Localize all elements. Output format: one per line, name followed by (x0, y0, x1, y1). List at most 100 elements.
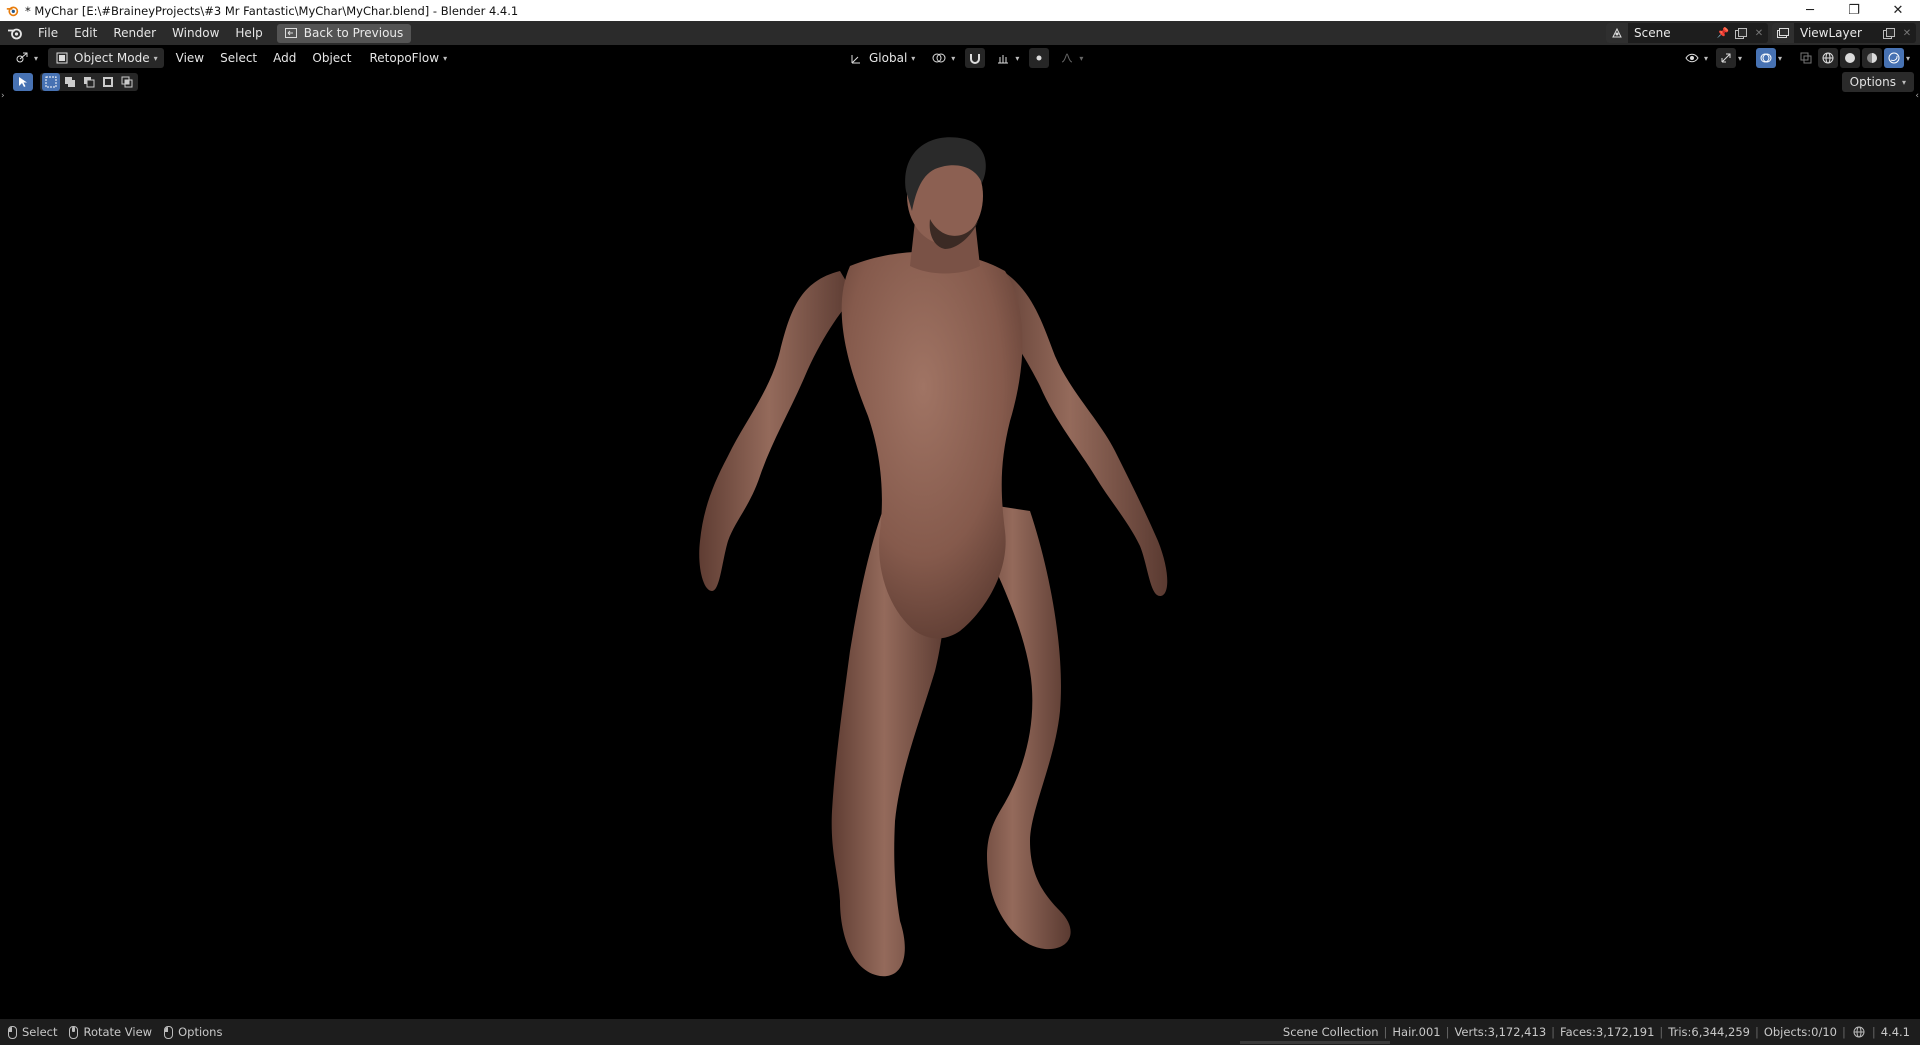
selection-mode-group (40, 73, 138, 91)
chevron-down-icon[interactable]: ▾ (1738, 54, 1748, 63)
fullscreen-exit-icon (283, 25, 299, 41)
view-layer-selector[interactable]: ViewLayer ✕ (1772, 23, 1916, 43)
chevron-down-icon[interactable]: ▾ (1778, 54, 1788, 63)
chevron-down-icon: ▾ (443, 53, 448, 63)
blender-version: 4.4.1 (1880, 1025, 1910, 1039)
chevron-down-icon: ▾ (153, 53, 158, 63)
shading-material-button[interactable] (1862, 48, 1882, 68)
restore-button[interactable]: ❐ (1832, 0, 1876, 21)
menu-help[interactable]: Help (227, 23, 270, 43)
tool-settings-row: Options ▾ (0, 72, 1920, 92)
stat-active-object: Hair.001 (1392, 1025, 1441, 1039)
scene-statistics: Scene Collection | Hair.001 | Verts:3,172,… (1282, 1025, 1910, 1039)
view-layer-name[interactable]: ViewLayer (1794, 26, 1880, 40)
gizmo-toggle-button[interactable] (1716, 48, 1736, 68)
shading-wireframe-button[interactable] (1818, 48, 1838, 68)
mouse-middle-icon (69, 1025, 79, 1039)
delete-view-layer-icon[interactable]: ✕ (1898, 23, 1916, 43)
menu-object[interactable]: Object (304, 48, 359, 68)
back-to-previous-button[interactable]: Back to Previous (276, 23, 412, 43)
stat-verts: Verts:3,172,413 (1454, 1025, 1547, 1039)
mode-label: Object Mode (74, 51, 150, 65)
area-resize-strip[interactable] (1240, 1041, 1390, 1044)
stat-tris: Tris:6,344,259 (1668, 1025, 1750, 1039)
scene-selector[interactable]: Scene 📌 ✕ (1606, 23, 1768, 43)
gizmo-icon (1718, 50, 1734, 66)
retopoflow-menu[interactable]: RetopoFlow ▾ (363, 48, 453, 68)
menu-edit[interactable]: Edit (66, 23, 105, 43)
selectability-visibility-dropdown[interactable]: ▾ (1678, 48, 1714, 68)
mouse-right-icon (164, 1025, 174, 1039)
close-window-button[interactable]: ✕ (1876, 0, 1920, 21)
xray-icon (1798, 50, 1814, 66)
mouse-left-icon (8, 1025, 17, 1039)
intersect-selection-icon[interactable] (118, 73, 136, 91)
editor-type-dropdown[interactable]: ▾ (8, 48, 44, 68)
chevron-down-icon: ▾ (951, 53, 956, 63)
xray-toggle-button[interactable] (1796, 48, 1816, 68)
mode-dropdown[interactable]: Object Mode ▾ (48, 48, 164, 68)
overlays-icon (1758, 50, 1774, 66)
new-scene-icon[interactable] (1732, 23, 1750, 43)
blender-logo-icon[interactable] (0, 21, 30, 45)
hint-select: Select (8, 1025, 57, 1039)
delete-scene-icon[interactable]: ✕ (1750, 23, 1768, 43)
view-layer-icon (1772, 23, 1794, 43)
back-to-previous-label: Back to Previous (303, 26, 404, 40)
snap-toggle-button[interactable] (965, 48, 986, 68)
menu-select[interactable]: Select (212, 48, 265, 68)
chevron-down-icon[interactable]: ▾ (1906, 54, 1916, 63)
options-dropdown[interactable]: Options ▾ (1841, 72, 1914, 92)
new-view-layer-icon[interactable] (1880, 23, 1898, 43)
proportional-dot-icon (1031, 50, 1047, 66)
shading-solid-button[interactable] (1840, 48, 1860, 68)
pivot-point-icon (931, 50, 947, 66)
menu-view[interactable]: View (168, 48, 212, 68)
rendered-sphere-icon (1886, 50, 1902, 66)
eye-icon (1684, 50, 1700, 66)
stat-collection: Scene Collection (1282, 1025, 1379, 1039)
3d-viewport[interactable]: › ‹ (0, 71, 1920, 1019)
invert-selection-icon[interactable] (99, 73, 117, 91)
proportional-editing-button[interactable] (1029, 48, 1050, 68)
proportional-falloff-dropdown[interactable]: ▾ (1053, 48, 1089, 68)
minimize-button[interactable]: ─ (1788, 0, 1832, 21)
shading-rendered-button[interactable] (1884, 48, 1904, 68)
menu-add[interactable]: Add (265, 48, 304, 68)
pin-scene-icon[interactable]: 📌 (1714, 23, 1732, 43)
status-bar: Select Rotate View Options Scene Collect… (0, 1019, 1920, 1045)
chevron-down-icon: ▾ (1901, 77, 1906, 87)
set-new-selection-icon[interactable] (42, 73, 60, 91)
menu-render[interactable]: Render (105, 23, 164, 43)
chevron-down-icon: ▾ (1015, 53, 1020, 63)
object-mode-icon (54, 50, 70, 66)
snap-target-dropdown[interactable]: ▾ (989, 48, 1025, 68)
scene-name[interactable]: Scene (1628, 26, 1714, 40)
menu-window[interactable]: Window (164, 23, 227, 43)
orientation-global-icon (849, 50, 865, 66)
chevron-down-icon: ▾ (34, 53, 39, 63)
blender-app-icon (5, 4, 19, 18)
hint-options-label: Options (178, 1025, 223, 1039)
chevron-down-icon: ▾ (1079, 53, 1084, 63)
select-tool-button[interactable] (13, 73, 33, 91)
blender-topbar: File Edit Render Window Help Back to Pre… (0, 21, 1920, 45)
material-sphere-icon (1864, 50, 1880, 66)
chevron-down-icon: ▾ (1703, 53, 1708, 63)
character-model[interactable] (0, 71, 1920, 1019)
menu-file[interactable]: File (30, 23, 66, 43)
transform-orientation-dropdown[interactable]: Global ▾ (843, 48, 921, 68)
pivot-point-dropdown[interactable]: ▾ (925, 48, 961, 68)
hint-rotate-view: Rotate View (69, 1025, 152, 1039)
extend-selection-icon[interactable] (61, 73, 79, 91)
3d-viewport-editor-icon (14, 50, 30, 66)
overlays-toggle-button[interactable] (1756, 48, 1776, 68)
subtract-selection-icon[interactable] (80, 73, 98, 91)
retopoflow-label: RetopoFlow (369, 51, 440, 65)
scene-icon (1606, 23, 1628, 43)
stat-faces: Faces:3,172,191 (1560, 1025, 1655, 1039)
magnet-icon (967, 50, 983, 66)
window-titlebar: * MyChar [E:\#BraineyProjects\#3 Mr Fant… (0, 0, 1920, 21)
cursor-arrow-icon (15, 74, 31, 90)
hint-options: Options (164, 1025, 222, 1039)
